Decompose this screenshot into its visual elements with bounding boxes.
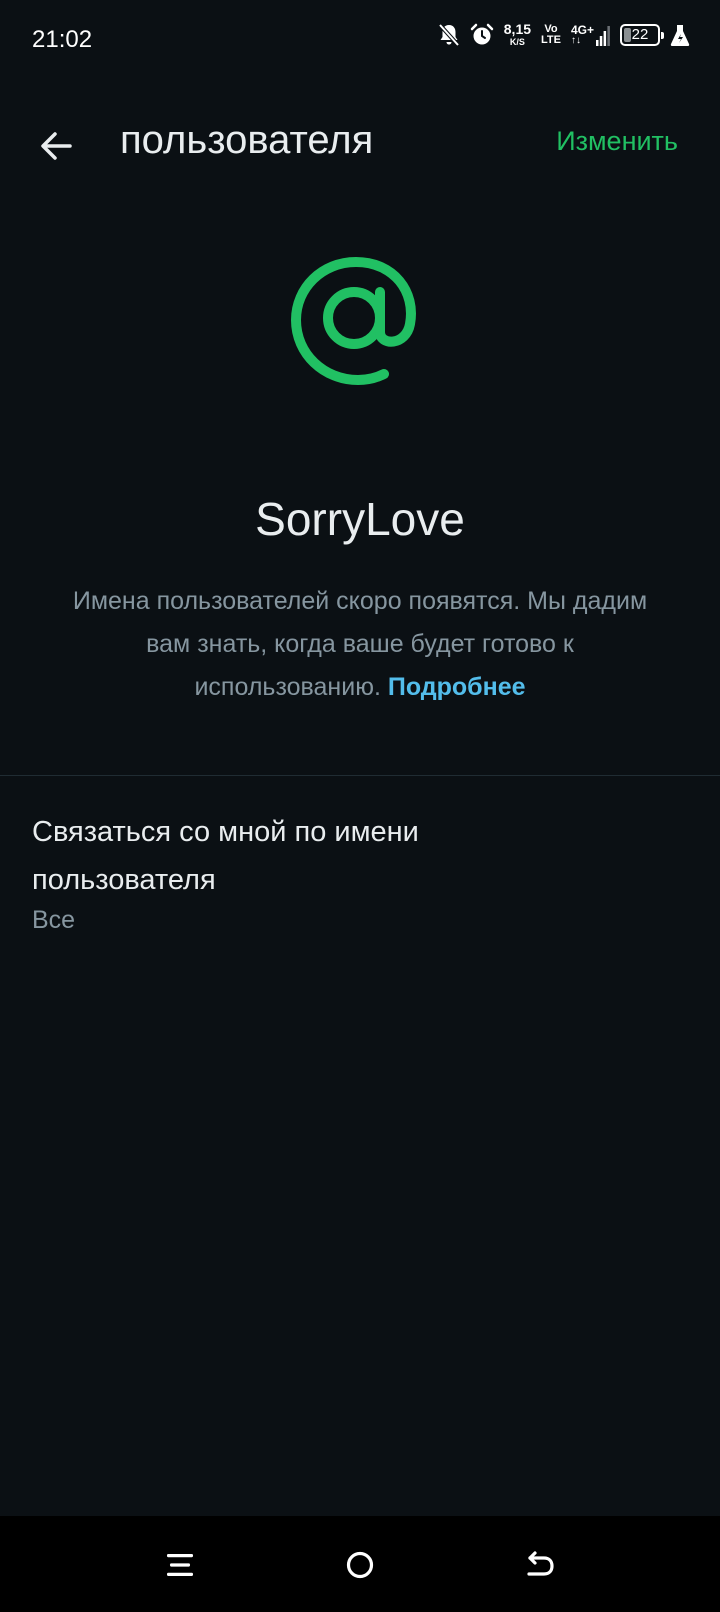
- contact-by-username-setting[interactable]: Связаться со мной по имени пользователя …: [0, 808, 720, 935]
- at-sign-icon: [288, 252, 424, 388]
- arrow-left-icon: [41, 132, 72, 160]
- home-circle-icon: [346, 1551, 374, 1579]
- back-arrow-icon: [527, 1551, 554, 1576]
- battery-icon: 22: [620, 23, 664, 46]
- data-arrows-icon: ↑↓: [570, 34, 581, 46]
- volte-top: Vo: [544, 22, 558, 35]
- divider: [0, 775, 720, 776]
- menu-icon: [167, 1554, 193, 1576]
- system-nav-bar: [0, 1516, 720, 1612]
- info-text-body: Имена пользователей скоро появятся. Мы д…: [72, 587, 648, 701]
- net-speed-unit: K/S: [509, 37, 525, 47]
- setting-value: Все: [32, 906, 76, 934]
- username: SorryLove: [255, 493, 465, 545]
- username-info-text: Имена пользователей скоро появятся. Мы д…: [50, 580, 670, 709]
- status-time: 21:02: [32, 26, 93, 53]
- battery-level: 22: [631, 26, 649, 43]
- back-button[interactable]: [30, 120, 82, 172]
- setting-title: Связаться со мной по имени пользователя: [32, 816, 419, 896]
- home-button[interactable]: [337, 1542, 383, 1588]
- system-back-button[interactable]: [517, 1542, 563, 1588]
- menu-button[interactable]: [157, 1542, 203, 1588]
- net-speed-value: 8,15: [503, 21, 532, 37]
- learn-more-link[interactable]: Подробнее: [388, 673, 526, 701]
- volte-indicator: Vo LTE: [541, 22, 561, 46]
- network-type: 4G+: [570, 22, 594, 37]
- signal-icon: 4G+ ↑↓: [571, 24, 610, 46]
- battery-fill: [624, 27, 632, 42]
- net-speed: 8,15 K/S: [504, 22, 531, 47]
- edit-button[interactable]: Изменить: [556, 126, 678, 157]
- app-bar: пользователя Изменить: [0, 100, 720, 190]
- page-title: пользователя: [120, 118, 374, 162]
- status-bar: 21:02 8,15 K/S Vo LTE 4G+ ↑↓ 22: [0, 0, 720, 80]
- alarm-icon: [470, 23, 494, 47]
- flask-icon: [670, 23, 690, 47]
- bell-off-icon: [438, 23, 460, 47]
- volte-bottom: LTE: [541, 33, 561, 46]
- status-icons: 8,15 K/S Vo LTE 4G+ ↑↓ 22: [438, 22, 690, 47]
